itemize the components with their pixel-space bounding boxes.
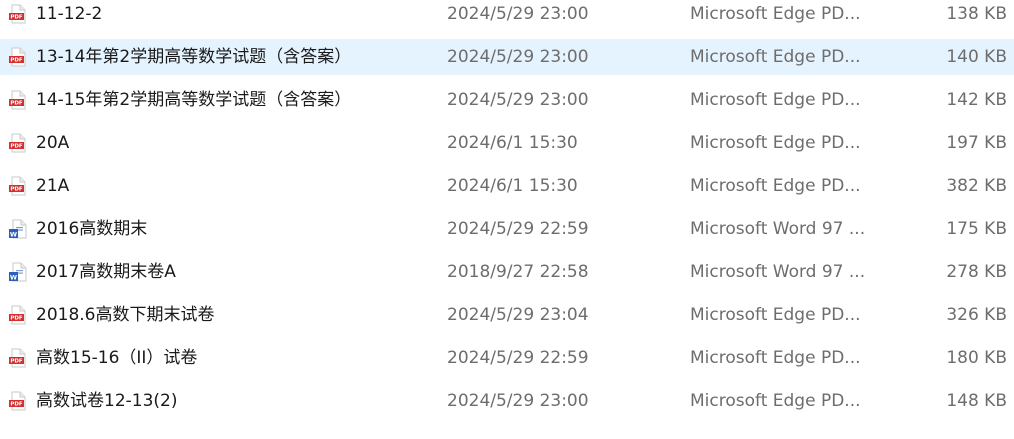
file-name: 2017高数期末卷A (36, 262, 176, 282)
file-name: 14-15年第2学期高等数学试题（含答案） (36, 90, 352, 110)
file-size: 382 KB (946, 176, 1007, 196)
file-type: Microsoft Edge PD... (690, 47, 861, 67)
file-row[interactable]: PDF 高数试卷12-13(2) 2024/5/29 23:00 Microso… (0, 383, 1014, 419)
file-size: 175 KB (946, 219, 1007, 239)
pdf-icon: PDF (9, 47, 26, 67)
svg-text:W: W (10, 273, 17, 281)
file-size: 180 KB (946, 348, 1007, 368)
file-modified: 2024/5/29 23:00 (447, 47, 589, 67)
file-size: 138 KB (946, 4, 1007, 24)
file-row[interactable]: W 2016高数期末 2024/5/29 22:59 Microsoft Wor… (0, 211, 1014, 247)
file-type: Microsoft Edge PD... (690, 176, 861, 196)
svg-text:PDF: PDF (10, 359, 23, 365)
file-row[interactable]: PDF 21A 2024/6/1 15:30 Microsoft Edge PD… (0, 168, 1014, 204)
file-name: 13-14年第2学期高等数学试题（含答案） (36, 47, 352, 67)
file-row[interactable]: PDF 2018.6高数下期末试卷 2024/5/29 23:04 Micros… (0, 297, 1014, 333)
file-row[interactable]: PDF 高数15-16（II）试卷 2024/5/29 22:59 Micros… (0, 340, 1014, 376)
file-type: Microsoft Edge PD... (690, 305, 861, 325)
file-size: 197 KB (946, 133, 1007, 153)
word-icon: W (9, 262, 27, 282)
pdf-icon: PDF (9, 176, 26, 196)
file-name: 20A (36, 133, 70, 153)
file-row[interactable]: W 2017高数期末卷A 2018/9/27 22:58 Microsoft W… (0, 254, 1014, 290)
file-type: Microsoft Word 97 ... (690, 219, 866, 239)
file-row[interactable]: PDF 20A 2024/6/1 15:30 Microsoft Edge PD… (0, 125, 1014, 161)
file-modified: 2024/5/29 23:04 (447, 305, 589, 325)
file-size: 278 KB (946, 262, 1007, 282)
svg-text:PDF: PDF (10, 101, 23, 107)
file-modified: 2024/6/1 15:30 (447, 133, 578, 153)
file-type: Microsoft Edge PD... (690, 90, 861, 110)
pdf-icon: PDF (9, 90, 26, 110)
file-modified: 2024/5/29 23:00 (447, 90, 589, 110)
file-name: 2016高数期末 (36, 219, 148, 239)
pdf-icon: PDF (9, 391, 26, 411)
file-size: 326 KB (946, 305, 1007, 325)
file-size: 140 KB (946, 47, 1007, 67)
pdf-icon: PDF (9, 305, 26, 325)
file-list: PDF 11-12-2 2024/5/29 23:00 Microsoft Ed… (0, 0, 1014, 439)
pdf-icon: PDF (9, 4, 26, 24)
file-modified: 2024/5/29 22:59 (447, 348, 589, 368)
pdf-icon: PDF (9, 133, 26, 153)
file-size: 148 KB (946, 391, 1007, 411)
file-modified: 2018/9/27 22:58 (447, 262, 589, 282)
file-type: Microsoft Edge PD... (690, 133, 861, 153)
svg-text:PDF: PDF (10, 144, 23, 150)
file-row[interactable]: PDF 14-15年第2学期高等数学试题（含答案） 2024/5/29 23:0… (0, 82, 1014, 118)
file-type: Microsoft Edge PD... (690, 348, 861, 368)
svg-text:PDF: PDF (10, 58, 23, 64)
svg-text:W: W (10, 230, 17, 238)
svg-text:PDF: PDF (10, 402, 23, 408)
file-modified: 2024/5/29 22:59 (447, 219, 589, 239)
file-name: 21A (36, 176, 70, 196)
pdf-icon: PDF (9, 348, 26, 368)
file-modified: 2024/6/1 15:30 (447, 176, 578, 196)
file-name: 11-12-2 (36, 4, 103, 24)
file-row[interactable]: PDF 11-12-2 2024/5/29 23:00 Microsoft Ed… (0, 0, 1014, 32)
svg-text:PDF: PDF (10, 316, 23, 322)
file-type: Microsoft Word 97 ... (690, 262, 866, 282)
file-name: 高数15-16（II）试卷 (36, 348, 198, 368)
file-size: 142 KB (946, 90, 1007, 110)
svg-text:PDF: PDF (10, 187, 23, 193)
file-name: 高数试卷12-13(2) (36, 391, 178, 411)
file-type: Microsoft Edge PD... (690, 4, 861, 24)
file-name: 2018.6高数下期末试卷 (36, 305, 215, 325)
file-row-selected[interactable]: PDF 13-14年第2学期高等数学试题（含答案） 2024/5/29 23:0… (0, 39, 1014, 75)
svg-text:PDF: PDF (10, 15, 23, 21)
file-type: Microsoft Edge PD... (690, 391, 861, 411)
file-modified: 2024/5/29 23:00 (447, 391, 589, 411)
word-icon: W (9, 219, 27, 239)
file-modified: 2024/5/29 23:00 (447, 4, 589, 24)
